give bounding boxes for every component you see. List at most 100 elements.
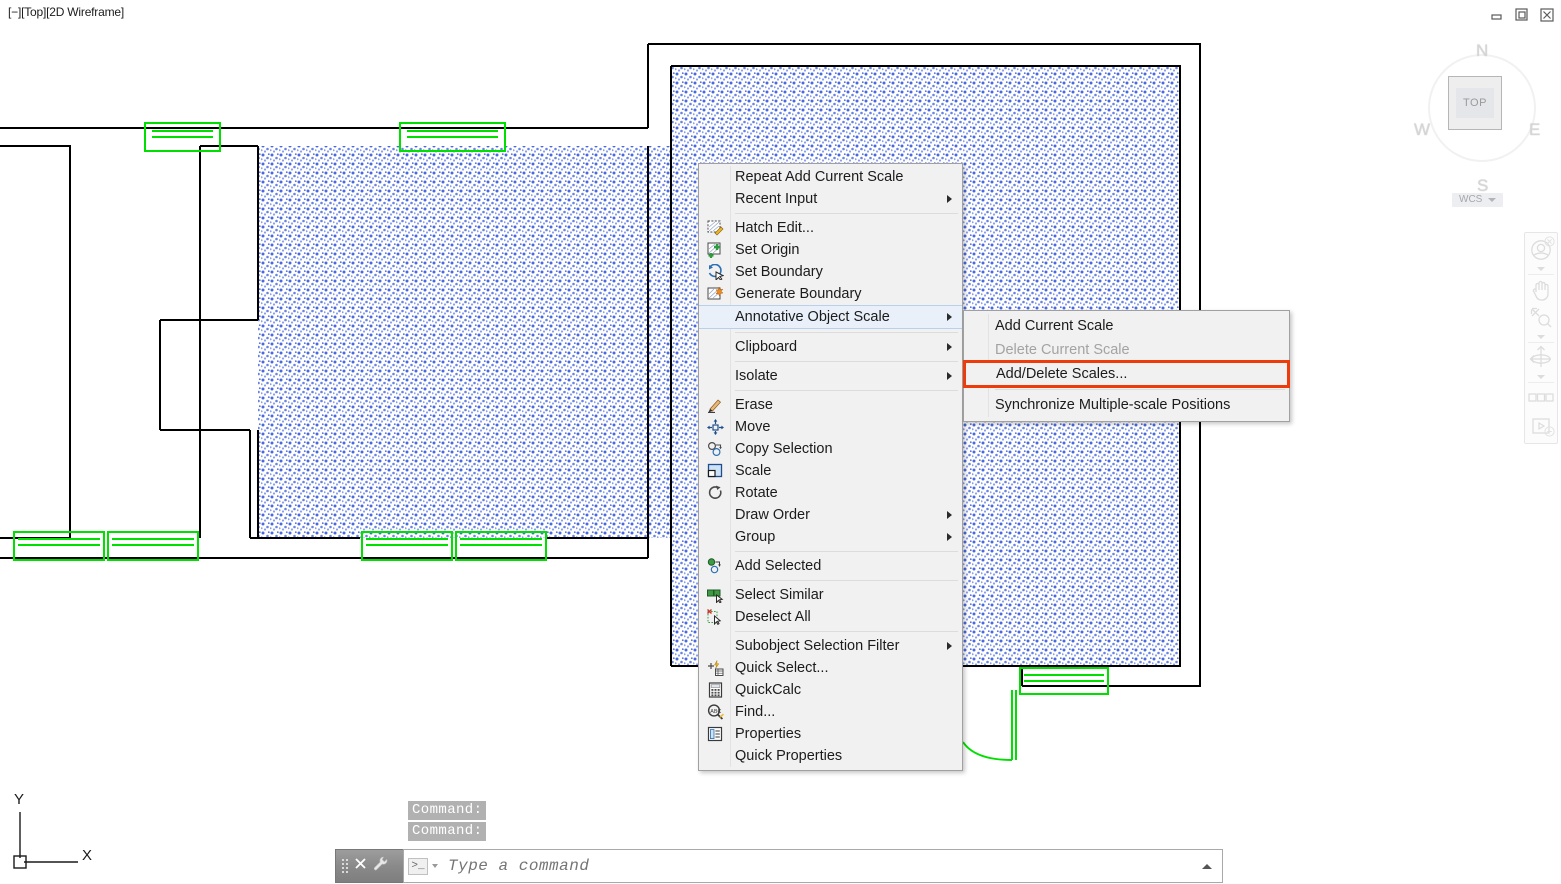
copy-selection-icon: [705, 440, 725, 458]
zoom-icon[interactable]: [1526, 304, 1556, 332]
menu-item-hatch-edit[interactable]: Hatch Edit...: [699, 217, 962, 239]
menu-item-set-origin[interactable]: Set Origin: [699, 239, 962, 261]
context-menu[interactable]: Repeat Add Current Scale Recent Input Ha…: [698, 163, 963, 771]
rotate-icon: [705, 484, 725, 502]
menu-item-repeat-add-current-scale[interactable]: Repeat Add Current Scale: [699, 166, 962, 188]
menu-item-quick-properties[interactable]: Quick Properties: [699, 745, 962, 767]
steering-wheel-dropdown-icon[interactable]: [1526, 264, 1556, 273]
menu-item-copy-selection[interactable]: Copy Selection: [699, 438, 962, 460]
generate-boundary-icon: [705, 285, 725, 303]
menu-item-draw-order[interactable]: Draw Order: [699, 504, 962, 526]
command-input-wrapper[interactable]: >_: [403, 849, 1223, 883]
minimize-button[interactable]: [1488, 6, 1505, 23]
menu-item-rotate[interactable]: Rotate: [699, 482, 962, 504]
show-motion-frames-icon[interactable]: [1526, 384, 1556, 412]
menu-item-label: Generate Boundary: [735, 286, 862, 302]
menu-item-quick-select[interactable]: Quick Select...: [699, 657, 962, 679]
menu-item-add-selected[interactable]: Add Selected: [699, 555, 962, 577]
command-history-line: Command:: [408, 801, 486, 820]
menu-item-annotative-object-scale[interactable]: Annotative Object Scale: [699, 305, 962, 329]
menu-item-label: Annotative Object Scale: [735, 309, 890, 325]
navbar-minimize-icon[interactable]: [1544, 424, 1555, 442]
menu-item-label: Quick Select...: [735, 660, 828, 676]
navbar-divider: [1528, 274, 1554, 275]
submenu-arrow-icon: [947, 313, 952, 321]
zoom-dropdown-icon[interactable]: [1526, 332, 1556, 341]
compass-east-label[interactable]: E: [1529, 120, 1540, 140]
menu-item-label: Properties: [735, 726, 801, 742]
add-selected-icon: [705, 557, 725, 575]
menu-item-isolate[interactable]: Isolate: [699, 365, 962, 387]
navigation-bar[interactable]: [1524, 232, 1558, 444]
chevron-down-icon: [1488, 198, 1496, 202]
submenu-arrow-icon: [947, 195, 952, 203]
command-line-bar[interactable]: >_: [335, 849, 1223, 883]
command-history-expand-icon[interactable]: [1198, 864, 1216, 869]
compass-west-label[interactable]: W: [1414, 120, 1430, 140]
menu-item-label: Isolate: [735, 368, 778, 384]
menu-item-properties[interactable]: Properties: [699, 723, 962, 745]
menu-item-label: Add Selected: [735, 558, 821, 574]
command-line-grip[interactable]: [335, 849, 403, 883]
set-boundary-icon: [705, 263, 725, 281]
close-button[interactable]: [1538, 6, 1555, 23]
properties-icon: [705, 725, 725, 743]
select-similar-icon: [705, 586, 725, 604]
hatched-region-left: [258, 146, 670, 538]
drag-handle-icon[interactable]: [342, 859, 348, 873]
erase-icon: [705, 396, 725, 414]
menu-item-move[interactable]: Move: [699, 416, 962, 438]
menu-item-label: Subobject Selection Filter: [735, 638, 899, 654]
navbar-close-icon[interactable]: [1544, 234, 1555, 252]
submenu-item-delete-current-scale: Delete Current Scale: [964, 338, 1289, 362]
deselect-all-icon: [705, 608, 725, 626]
restore-button[interactable]: [1513, 6, 1530, 23]
close-icon[interactable]: [354, 857, 367, 875]
pan-icon[interactable]: [1526, 276, 1556, 304]
menu-item-label: Erase: [735, 397, 773, 413]
menu-item-label: Quick Properties: [735, 748, 842, 764]
quick-select-icon: [705, 659, 725, 677]
window-controls: [1488, 6, 1555, 23]
command-prompt-icon[interactable]: >_: [408, 858, 428, 875]
compass-north-label[interactable]: N: [1476, 41, 1488, 61]
menu-item-set-boundary[interactable]: Set Boundary: [699, 261, 962, 283]
menu-item-label: Deselect All: [735, 609, 811, 625]
submenu-arrow-icon: [947, 372, 952, 380]
menu-item-recent-input[interactable]: Recent Input: [699, 188, 962, 210]
menu-item-clipboard[interactable]: Clipboard: [699, 336, 962, 358]
menu-item-label: Scale: [735, 463, 771, 479]
orbit-icon[interactable]: [1526, 344, 1556, 372]
door-swing: [963, 690, 1016, 760]
menu-item-quickcalc[interactable]: QuickCalc: [699, 679, 962, 701]
annotative-object-scale-submenu[interactable]: Add Current Scale Delete Current Scale A…: [963, 310, 1290, 422]
menu-separator: [735, 631, 958, 632]
svg-text:ABC: ABC: [710, 709, 721, 715]
chevron-down-icon[interactable]: [432, 864, 438, 868]
wcs-dropdown[interactable]: WCS: [1452, 193, 1503, 207]
menu-item-scale[interactable]: Scale: [699, 460, 962, 482]
menu-item-label: Recent Input: [735, 191, 817, 207]
orbit-dropdown-icon[interactable]: [1526, 372, 1556, 381]
find-icon: ABC: [705, 703, 725, 721]
submenu-arrow-icon: [947, 533, 952, 541]
submenu-item-add-delete-scales[interactable]: Add/Delete Scales...: [965, 362, 1288, 386]
viewcube[interactable]: N S W E TOP: [1398, 28, 1558, 188]
menu-item-generate-boundary[interactable]: Generate Boundary: [699, 283, 962, 305]
menu-item-label: Draw Order: [735, 507, 810, 523]
menu-item-subobject-selection-filter[interactable]: Subobject Selection Filter: [699, 635, 962, 657]
viewport-label[interactable]: [−][Top][2D Wireframe]: [8, 5, 124, 19]
command-input[interactable]: [446, 856, 1198, 876]
menu-item-group[interactable]: Group: [699, 526, 962, 548]
menu-item-label: Find...: [735, 704, 775, 720]
menu-item-erase[interactable]: Erase: [699, 394, 962, 416]
submenu-item-add-current-scale[interactable]: Add Current Scale: [964, 314, 1289, 338]
menu-item-find[interactable]: ABC Find...: [699, 701, 962, 723]
customize-wrench-icon[interactable]: [373, 856, 388, 876]
menu-item-deselect-all[interactable]: Deselect All: [699, 606, 962, 628]
menu-item-select-similar[interactable]: Select Similar: [699, 584, 962, 606]
submenu-item-synchronize-multiple-scale-positions[interactable]: Synchronize Multiple-scale Positions: [964, 393, 1289, 417]
svg-text:X: X: [82, 847, 92, 864]
menu-item-label: Repeat Add Current Scale: [735, 169, 903, 185]
viewcube-top-face[interactable]: TOP: [1448, 76, 1502, 130]
